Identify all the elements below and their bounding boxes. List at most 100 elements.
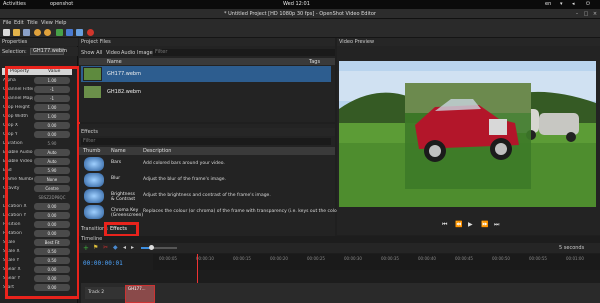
ruler-tick-label: 00:00:20	[270, 256, 288, 261]
timeline-ruler[interactable]: 00:00:05 00:00:10 00:00:15 00:00:20 00:00:25…	[153, 254, 600, 270]
properties-dock-title: Properties	[0, 38, 78, 46]
zoom-slider[interactable]	[141, 245, 177, 250]
menu-edit[interactable]: Edit	[14, 20, 24, 26]
project-files-dock-title: Project Files	[79, 38, 335, 46]
timeline-clip[interactable]: GH177...	[125, 285, 155, 303]
app-menu[interactable]: openshot	[50, 1, 73, 7]
rewind-icon[interactable]: ⏪	[455, 221, 462, 228]
play-icon[interactable]: ▶	[468, 221, 473, 228]
tab-audio[interactable]: Audio	[121, 50, 135, 56]
selected-clip-dropdown[interactable]: GH177.webm	[30, 48, 67, 55]
open-project-icon[interactable]	[13, 29, 20, 36]
power-icon[interactable]: ⏻	[586, 1, 590, 7]
snap-icon[interactable]: ⚑	[93, 244, 98, 251]
ruler-tick-label: 00:00:35	[381, 256, 399, 261]
clock[interactable]: Wed 12:01	[283, 1, 310, 7]
tab-show-all[interactable]: Show All	[81, 50, 102, 56]
effects-panel: Effects Filter Thumb Name Description Ba…	[79, 124, 342, 236]
tab-video[interactable]: Video	[106, 50, 120, 56]
video-frame-image	[339, 61, 596, 207]
add-track-icon[interactable]: +	[83, 244, 89, 252]
files-filter-input[interactable]: Filter	[153, 49, 335, 56]
file-thumbnail	[83, 67, 102, 81]
redo-icon[interactable]	[44, 29, 51, 36]
jump-start-icon[interactable]: ⏮	[442, 221, 447, 229]
blur-effect-icon	[84, 173, 104, 187]
menu-title[interactable]: Title	[27, 20, 38, 26]
undo-icon[interactable]	[34, 29, 41, 36]
window-title: * Untitled Project [HD 1080p 30 fps] - O…	[224, 11, 376, 17]
fullscreen-icon[interactable]	[76, 29, 83, 36]
effect-row-brightness[interactable]: Brightness & Contrast Adjust the brightn…	[81, 188, 333, 204]
ruler-tick-label: 00:00:05	[159, 256, 177, 261]
description-column-header[interactable]: Description	[143, 148, 171, 154]
timeline-toolbar: + ⚑ ✂ ◆ ◂ ▸ 5 seconds	[79, 243, 600, 253]
ruler-tick-label: 00:00:30	[344, 256, 362, 261]
brightness-effect-icon	[84, 189, 104, 203]
previous-marker-icon[interactable]: ◂	[123, 244, 126, 251]
timeline-panel: Timeline + ⚑ ✂ ◆ ◂ ▸ 5 seconds 00:00:00:…	[79, 236, 600, 303]
export-video-icon[interactable]	[87, 29, 94, 36]
menu-view[interactable]: View	[41, 20, 53, 26]
activities-button[interactable]: Activities	[3, 1, 26, 7]
chroma-key-effect-icon	[84, 205, 104, 219]
file-name: GH182.webm	[107, 89, 141, 95]
save-project-icon[interactable]	[23, 29, 30, 36]
next-marker-icon[interactable]: ▸	[131, 244, 134, 251]
clip-label: GH177...	[128, 286, 146, 291]
timeline-dock-title: Timeline	[81, 236, 103, 242]
effect-description: Adjust the blur of the frame's image.	[143, 177, 226, 182]
selection-label: Selection:	[2, 49, 27, 55]
ruler-tick-label: 00:01:00	[566, 256, 584, 261]
video-frame[interactable]	[339, 61, 596, 207]
file-row[interactable]: GH182.webm	[81, 84, 331, 100]
fast-forward-icon[interactable]: ⏩	[481, 221, 488, 228]
add-marker-icon[interactable]: ◆	[113, 244, 118, 251]
minimize-icon[interactable]: –	[574, 11, 580, 17]
ruler-tick-label: 00:00:45	[455, 256, 473, 261]
menu-help[interactable]: Help	[55, 20, 66, 26]
bars-effect-icon	[84, 157, 104, 171]
network-icon[interactable]: ▾	[560, 1, 563, 7]
timeline-track: Track 2 GH177...	[81, 283, 600, 303]
effect-row-bars[interactable]: Bars Add colored bars around your video.	[81, 156, 333, 172]
thumb-column-header[interactable]: Thumb	[83, 148, 100, 154]
import-files-icon[interactable]	[56, 29, 63, 36]
effect-name: Brightness & Contrast	[111, 192, 136, 202]
files-table-header: Name Tags	[79, 58, 335, 65]
effect-description: Replaces the colour (or chroma) of the f…	[143, 209, 342, 214]
main-toolbar	[0, 27, 600, 38]
ruler-tick-label: 00:00:40	[418, 256, 436, 261]
tags-column-header[interactable]: Tags	[309, 59, 320, 65]
razor-icon[interactable]: ✂	[103, 244, 108, 251]
effect-name-column-header[interactable]: Name	[111, 148, 126, 154]
close-icon[interactable]: ×	[592, 11, 598, 17]
video-preview-dock-title: Video Preview	[337, 38, 600, 46]
zoom-label: 5 seconds	[559, 245, 585, 251]
effect-name: Bars	[111, 160, 122, 165]
effect-name: Chroma Key (Greenscreen)	[111, 208, 144, 218]
choose-profile-icon[interactable]	[66, 29, 73, 36]
ruler-tick-label: 00:00:25	[307, 256, 325, 261]
selection-row: Selection: GH177.webm	[0, 47, 78, 56]
file-name: GH177.webm	[107, 71, 141, 77]
new-project-icon[interactable]	[3, 29, 10, 36]
menu-file[interactable]: File	[3, 20, 11, 26]
effect-name: Blur	[111, 176, 121, 181]
language-indicator[interactable]: en	[545, 1, 551, 7]
effect-row-blur[interactable]: Blur Adjust the blur of the frame's imag…	[81, 172, 333, 188]
file-row[interactable]: GH177.webm	[81, 66, 331, 82]
effect-description: Add colored bars around your video.	[143, 161, 225, 166]
maximize-icon[interactable]: □	[583, 11, 589, 17]
ruler-tick-label: 00:00:55	[529, 256, 547, 261]
name-column-header[interactable]: Name	[107, 59, 122, 65]
effects-filter-input[interactable]: Filter	[81, 138, 331, 145]
effect-row-chroma-key[interactable]: Chroma Key (Greenscreen) Replaces the co…	[81, 204, 342, 220]
window-title-bar: * Untitled Project [HD 1080p 30 fps] - O…	[0, 9, 600, 19]
effect-description: Adjust the brightness and contrast of th…	[143, 193, 271, 198]
jump-end-icon[interactable]: ⏭	[494, 221, 499, 229]
tab-image[interactable]: Image	[137, 50, 153, 56]
timecode-display: 00:00:00:01	[83, 260, 123, 267]
volume-icon[interactable]: ◂	[572, 1, 575, 7]
file-thumbnail	[83, 85, 102, 99]
